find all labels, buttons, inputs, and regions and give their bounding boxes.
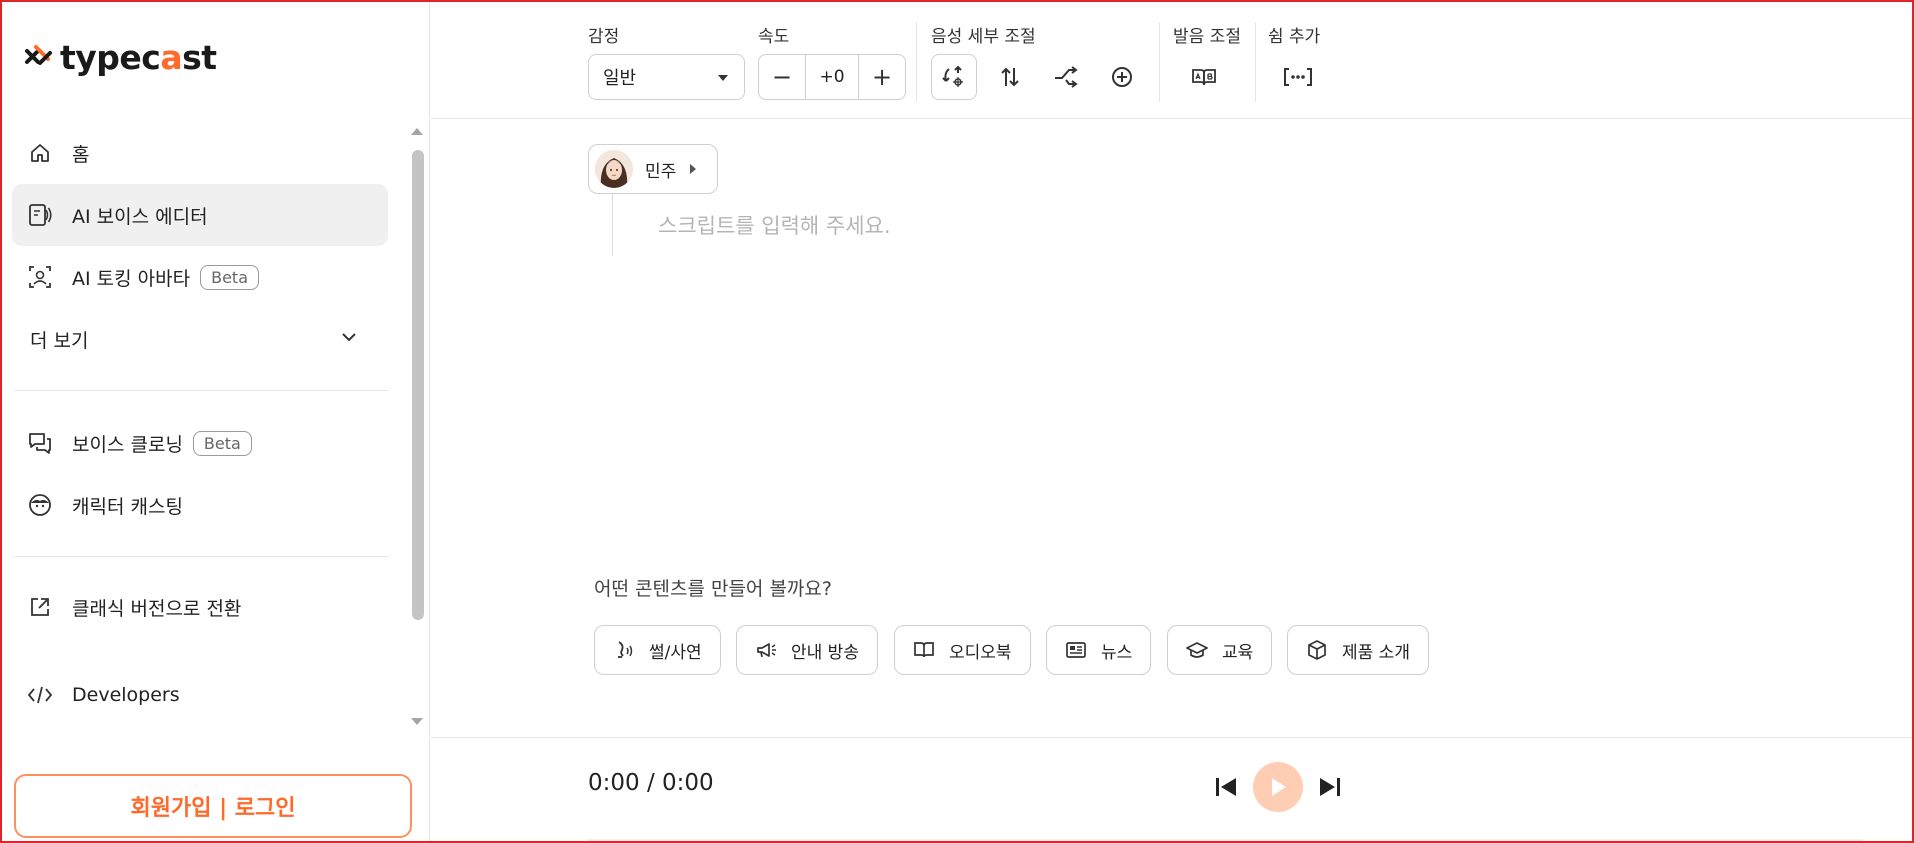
speaker-name: 민주 [645, 161, 677, 182]
sidebar-item-label: 보이스 클로닝 [72, 433, 183, 456]
sidebar-item-developers[interactable]: Developers [12, 664, 388, 726]
signup-login-button[interactable]: 회원가입 | 로그인 [14, 774, 412, 838]
speed-value[interactable]: +0 [805, 55, 859, 99]
caret-down-icon [718, 75, 728, 81]
story-icon [613, 639, 635, 661]
sidebar: typecast 홈 AI 보이스 에디터 AI 토킹 아바타 Beta 더 보… [2, 2, 430, 841]
sidebar-item-talking-avatar[interactable]: AI 토킹 아바타 Beta [12, 246, 388, 308]
skip-previous-button[interactable] [1201, 762, 1251, 812]
avatar-icon [26, 263, 54, 291]
scroll-up-arrow[interactable] [411, 128, 423, 135]
chip-label: 오디오북 [949, 642, 1012, 663]
editor-toolbar: 감정 일반 속도 − +0 + 음성 세부 조절 발음 조절 쉼 추가 [431, 2, 1912, 119]
beta-badge: Beta [192, 430, 252, 456]
pronunciation-button[interactable] [1181, 54, 1227, 100]
pause-label: 쉼 추가 [1268, 27, 1321, 47]
script-indent-line [612, 194, 613, 256]
skip-next-icon [1320, 778, 1340, 796]
chip-label: 제품 소개 [1342, 642, 1410, 663]
typecast-logo[interactable]: typecast [24, 38, 217, 77]
speaker-selector[interactable]: 민주 [588, 144, 718, 194]
speed-stepper: − +0 + [758, 54, 906, 100]
playback-progress-track[interactable] [588, 839, 1862, 842]
play-button[interactable] [1253, 762, 1303, 812]
pause-insert-icon [1284, 68, 1312, 86]
book-icon [913, 639, 935, 661]
chip-label: 뉴스 [1101, 642, 1133, 663]
home-icon [26, 139, 54, 167]
sidebar-scrollbar-thumb[interactable] [412, 150, 424, 620]
sidebar-item-more[interactable]: 더 보기 [12, 308, 388, 370]
news-icon [1065, 639, 1087, 661]
content-chip-announcement[interactable]: 안내 방송 [736, 625, 878, 675]
toolbar-divider [916, 22, 917, 102]
speed-label: 속도 [758, 27, 790, 47]
chat-icon [26, 429, 54, 457]
sidebar-divider [14, 556, 388, 557]
sidebar-item-label: 홈 [72, 143, 90, 166]
scroll-down-arrow[interactable] [411, 718, 423, 725]
sidebar-item-voice-cloning[interactable]: 보이스 클로닝 Beta [12, 412, 388, 474]
caret-right-icon [690, 164, 697, 174]
chip-label: 안내 방송 [791, 642, 859, 663]
sidebar-item-label: 더 보기 [30, 329, 89, 352]
emotion-select[interactable]: 일반 [588, 54, 745, 100]
sidebar-item-classic-version[interactable]: 클래식 버전으로 전환 [12, 576, 388, 638]
voice-detail-label: 음성 세부 조절 [931, 27, 1036, 47]
logo-wordmark: typecast [60, 38, 217, 77]
intonation-icon [1055, 66, 1078, 88]
logo-icon [25, 44, 52, 65]
code-icon [26, 681, 54, 709]
external-link-icon [26, 593, 54, 621]
voice-style-button[interactable] [931, 54, 977, 100]
chip-label: 교육 [1222, 642, 1254, 663]
audio-player: 0:00 / 0:00 [431, 737, 1912, 842]
speaker-avatar [595, 150, 633, 188]
emotion-label: 감정 [588, 27, 620, 47]
skip-next-button[interactable] [1305, 762, 1355, 812]
add-voice-option-button[interactable] [1099, 54, 1145, 100]
pitch-button[interactable] [987, 54, 1033, 100]
box-icon [1306, 639, 1328, 661]
sidebar-item-label: Developers [72, 684, 180, 706]
beta-badge: Beta [200, 264, 259, 290]
sidebar-item-label: 캐릭터 캐스팅 [72, 495, 183, 518]
toolbar-divider [1255, 22, 1256, 102]
content-chip-education[interactable]: 교육 [1167, 625, 1273, 675]
content-chip-story[interactable]: 썰/사연 [594, 625, 721, 675]
playback-time: 0:00 / 0:00 [588, 770, 714, 796]
play-icon [1272, 778, 1286, 796]
content-suggestion-heading: 어떤 콘텐츠를 만들어 볼까요? [594, 578, 832, 600]
sidebar-item-label: AI 보이스 에디터 [72, 205, 208, 228]
emotion-value: 일반 [603, 68, 637, 89]
sidebar-item-character-casting[interactable]: 캐릭터 캐스팅 [12, 474, 388, 536]
voice-editor-icon [26, 201, 54, 229]
sidebar-item-voice-editor[interactable]: AI 보이스 에디터 [12, 184, 388, 246]
pronunciation-label: 발음 조절 [1173, 27, 1241, 47]
sidebar-item-label: AI 토킹 아바타 [72, 267, 191, 290]
sidebar-divider [14, 390, 388, 391]
toolbar-divider [1159, 22, 1160, 102]
sidebar-item-label: 클래식 버전으로 전환 [72, 597, 242, 620]
script-input[interactable]: 스크립트를 입력해 주세요. [658, 210, 891, 240]
add-pause-button[interactable] [1275, 54, 1321, 100]
speed-minus-button[interactable]: − [759, 55, 805, 99]
skip-previous-icon [1216, 778, 1236, 796]
pitch-arrows-icon [1001, 67, 1019, 87]
chevron-down-icon [340, 328, 358, 351]
content-chip-product[interactable]: 제품 소개 [1287, 625, 1429, 675]
content-chip-news[interactable]: 뉴스 [1046, 625, 1152, 675]
plus-circle-icon [1112, 67, 1132, 87]
speed-plus-button[interactable]: + [859, 55, 905, 99]
sidebar-item-home[interactable]: 홈 [12, 122, 388, 184]
intonation-button[interactable] [1043, 54, 1089, 100]
voice-style-icon [942, 65, 963, 87]
character-face-icon [26, 491, 54, 519]
chip-label: 썰/사연 [649, 642, 702, 663]
megaphone-icon [755, 639, 777, 661]
content-chip-audiobook[interactable]: 오디오북 [894, 625, 1031, 675]
dictionary-icon [1192, 69, 1216, 86]
graduation-cap-icon [1186, 639, 1208, 661]
